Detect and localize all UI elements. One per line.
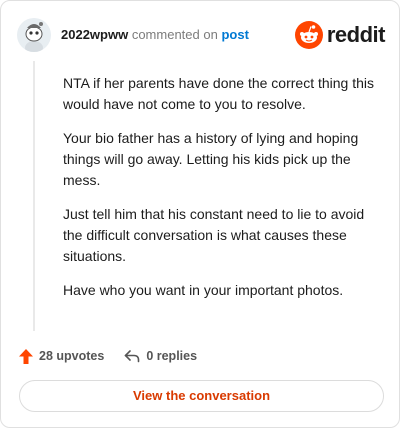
- comment-paragraph: NTA if her parents have done the correct…: [63, 75, 375, 112]
- upvote-arrow-icon: [19, 348, 33, 364]
- upvote-count: 28 upvotes: [39, 349, 105, 363]
- reply-count: 0 replies: [146, 349, 198, 363]
- post-link[interactable]: post: [221, 27, 248, 42]
- thread-line: [33, 61, 35, 331]
- commented-on-text: commented on: [131, 27, 218, 42]
- comment-paragraph: Your bio father has a history of lying a…: [63, 130, 359, 188]
- reply-arrow-icon: [125, 350, 140, 363]
- reply-button[interactable]: 0 replies: [124, 349, 197, 363]
- reddit-snoo-icon: [294, 21, 323, 49]
- embedded-comment-card: 2022wpww commented on post reddit NTA if…: [0, 0, 400, 428]
- comment-header: 2022wpww commented on post reddit: [17, 15, 386, 55]
- avatar-icon: [17, 18, 51, 52]
- username-link[interactable]: 2022wpww: [61, 27, 128, 42]
- comment-paragraph: Have who you want in your important phot…: [63, 282, 344, 298]
- reddit-logo[interactable]: reddit: [294, 20, 386, 50]
- comment-paragraph: Just tell him that his constant need to …: [63, 206, 365, 264]
- comment-meta: 2022wpww commented on post: [61, 27, 249, 43]
- reddit-wordmark: reddit: [326, 22, 386, 47]
- user-avatar[interactable]: [17, 18, 51, 52]
- comment-actions: 28 upvotes 0 replies: [19, 346, 217, 366]
- comment-body: NTA if her parents have done the correct…: [63, 73, 383, 314]
- view-conversation-button[interactable]: View the conversation: [19, 380, 384, 412]
- upvote-button[interactable]: 28 upvotes: [19, 348, 105, 364]
